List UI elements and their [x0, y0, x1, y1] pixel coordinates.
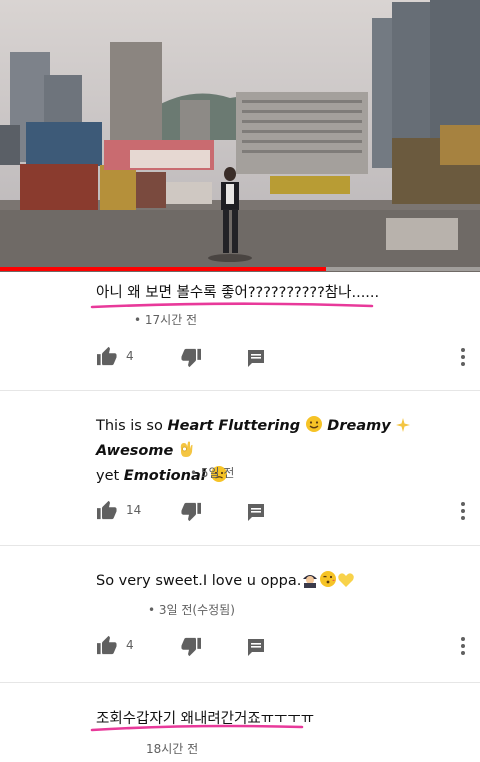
video-player[interactable] — [0, 0, 480, 272]
thumbs-up-icon — [96, 635, 118, 655]
like-button[interactable]: 4 — [96, 346, 134, 366]
like-count: 4 — [126, 349, 134, 363]
more-vert-icon — [460, 347, 466, 367]
smiling-face-emoji — [305, 415, 323, 440]
more-options-button[interactable] — [460, 501, 466, 521]
comment-timestamp: 18시간 전 — [146, 742, 199, 756]
comment-timestamp: • 3일 전(수정됨) — [148, 603, 235, 617]
comment-text: This is so Heart Fluttering Dreamy Aweso… — [96, 415, 456, 490]
comment-text: So very sweet.I love u oppa. — [96, 570, 456, 595]
comment-item: 조회수갑자기 왜내려간거죠ㅠㅜㅜㅠ 18시간 전 — [0, 683, 480, 762]
progress-fill — [0, 267, 327, 271]
thumbs-down-icon — [180, 502, 202, 522]
dislike-button[interactable] — [180, 502, 202, 522]
comment-actions: 4 — [96, 346, 466, 372]
more-options-button[interactable] — [460, 636, 466, 656]
like-button[interactable]: 14 — [96, 500, 141, 520]
ok-hand-emoji — [178, 440, 194, 465]
thumbs-up-icon — [96, 346, 118, 366]
thumbs-down-icon — [180, 637, 202, 657]
sparkles-emoji — [395, 417, 411, 440]
dislike-button[interactable] — [180, 348, 202, 368]
dislike-button[interactable] — [180, 637, 202, 657]
comment-text: 아니 왜 보면 볼수록 좋어??????????참나...... — [96, 285, 380, 301]
like-count: 14 — [126, 503, 142, 517]
reply-button[interactable] — [246, 502, 266, 522]
person-emoji — [301, 570, 319, 595]
reply-icon — [246, 502, 266, 522]
video-frame-image — [0, 0, 480, 272]
comment-actions: 14 — [96, 500, 466, 526]
reply-button[interactable] — [246, 348, 266, 368]
comment-text: 조회수갑자기 왜내려간거죠ㅠㅜㅜㅠ — [96, 711, 315, 727]
yellow-heart-emoji — [337, 572, 355, 595]
comment-item: 아니 왜 보면 볼수록 좋어??????????참나...... • 17시간 … — [0, 272, 480, 391]
comment-timestamp: • 5일 전 — [190, 466, 235, 480]
more-vert-icon — [460, 501, 466, 521]
kissing-face-emoji — [319, 570, 337, 595]
like-button[interactable]: 4 — [96, 635, 134, 655]
reply-icon — [246, 348, 266, 368]
thumbs-down-icon — [180, 348, 202, 368]
comment-item: So very sweet.I love u oppa. • 3일 전(수정됨)… — [0, 546, 480, 683]
more-options-button[interactable] — [460, 347, 466, 367]
comment-actions: 4 — [96, 635, 466, 661]
reply-icon — [246, 637, 266, 657]
like-count: 4 — [126, 638, 134, 652]
comment-item: This is so Heart Fluttering Dreamy Aweso… — [0, 391, 480, 546]
progress-bar[interactable] — [0, 267, 480, 271]
reply-button[interactable] — [246, 637, 266, 657]
comment-timestamp: • 17시간 전 — [134, 313, 198, 327]
more-vert-icon — [460, 636, 466, 656]
thumbs-up-icon — [96, 500, 118, 520]
